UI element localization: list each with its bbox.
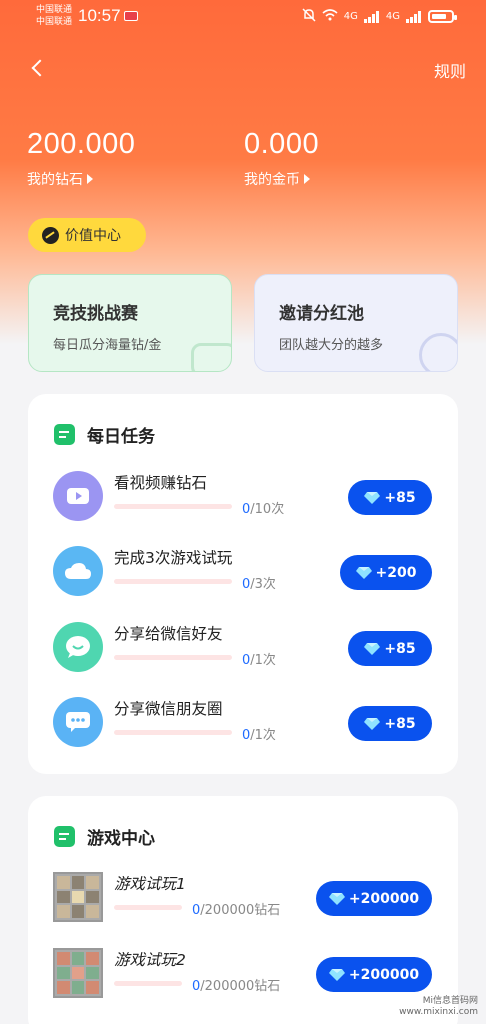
arrow-right-icon (304, 174, 310, 184)
my-coins-link[interactable]: 我的金币 (244, 169, 319, 189)
cloud-icon (53, 546, 103, 596)
invite-pool-title: 邀请分红池 (279, 304, 364, 324)
game-progress-text: 0/200000钻石 (192, 979, 281, 994)
status-icons: 4G 4G (302, 8, 457, 25)
task-reward-label: +85 (384, 715, 416, 732)
carrier-1: 中国联通 (36, 5, 73, 15)
chat-bubble-icon (53, 622, 103, 672)
game-progress-bar (114, 981, 182, 986)
diamond-icon (355, 566, 372, 579)
my-diamonds-link[interactable]: 我的钻石 (27, 169, 135, 189)
my-diamonds-label: 我的钻石 (27, 172, 83, 188)
status-bar: 中国联通 中国联通 10:57 4G 4G (0, 0, 486, 34)
task-reward-button[interactable]: +200 (340, 555, 432, 590)
site-watermark: Mi信息首码网 www.mixinxi.com (399, 996, 478, 1018)
task-name: 分享给微信好友 (114, 625, 223, 643)
wifi-icon (322, 9, 338, 24)
value-center-button[interactable]: 价值中心 (28, 218, 146, 252)
diamond-balance: 200.000 我的钻石 (27, 128, 135, 189)
diamond-icon (328, 968, 345, 981)
game-row: 游戏试玩1 0/200000钻石 +200000 (28, 872, 458, 932)
diamond-icon (364, 491, 381, 504)
mute-icon (302, 8, 316, 25)
daily-tasks-title: 每日任务 (87, 427, 155, 447)
task-reward-button[interactable]: +85 (348, 706, 432, 741)
game-reward-label: +200000 (348, 890, 420, 907)
signal-icon-2 (406, 10, 422, 23)
diamond-icon (364, 642, 381, 655)
game-name: 游戏试玩1 (114, 875, 186, 893)
trend-up-icon (42, 226, 59, 244)
task-reward-label: +85 (384, 489, 416, 506)
task-progress-bar (114, 655, 232, 660)
game-name: 游戏试玩2 (114, 951, 186, 969)
game-reward-button[interactable]: +200000 (316, 881, 432, 916)
task-row: 分享微信朋友圈 0/1次 +85 (28, 697, 458, 757)
coin-value: 0.000 (244, 128, 320, 160)
game-thumbnail[interactable] (53, 948, 103, 998)
diamond-icon (364, 717, 381, 730)
task-row: 分享给微信好友 0/1次 +85 (28, 622, 458, 682)
status-time: 10:57 (78, 6, 121, 25)
task-row: 看视频赚钻石 0/10次 +85 (28, 471, 458, 531)
message-notification-icon (124, 11, 138, 21)
daily-tasks-card: 每日任务 看视频赚钻石 0/10次 +85 完成3次游戏试玩 0/3次 +200… (28, 394, 458, 774)
gamepad-icon (191, 343, 231, 371)
battery-icon (428, 10, 457, 23)
coin-balance: 0.000 我的金币 (244, 128, 319, 189)
task-reward-label: +200 (375, 564, 417, 581)
game-reward-button[interactable]: +200000 (316, 957, 432, 992)
rules-link[interactable]: 规则 (434, 58, 466, 82)
task-progress-text: 0/3次 (242, 577, 276, 592)
game-progress-text: 0/200000钻石 (192, 903, 281, 918)
video-icon (53, 471, 103, 521)
signal-icon (363, 10, 380, 23)
carrier-2: 中国联通 (36, 17, 73, 27)
game-progress-bar (114, 905, 182, 910)
game-row: 游戏试玩2 0/200000钻石 +200000 (28, 948, 458, 1008)
task-name: 完成3次游戏试玩 (114, 549, 233, 567)
network-type-2: 4G (385, 11, 400, 22)
invite-pool-card[interactable]: 邀请分红池 团队越大分的越多 (254, 274, 458, 372)
daily-tasks-header: 每日任务 (54, 422, 155, 447)
task-progress-text: 0/1次 (242, 653, 276, 668)
task-row: 完成3次游戏试玩 0/3次 +200 (28, 546, 458, 606)
competition-title: 竞技挑战赛 (53, 304, 138, 324)
task-progress-bar (114, 730, 232, 735)
task-reward-button[interactable]: +85 (348, 631, 432, 666)
game-thumbnail[interactable] (53, 872, 103, 922)
list-icon (54, 424, 75, 445)
my-coins-label: 我的金币 (244, 172, 300, 188)
yen-coin-icon (419, 333, 457, 371)
task-name: 分享微信朋友圈 (114, 700, 223, 718)
competition-card[interactable]: 竞技挑战赛 每日瓜分海量钻/金 (28, 274, 232, 372)
diamond-icon (328, 892, 345, 905)
task-progress-text: 0/1次 (242, 728, 276, 743)
task-progress-bar (114, 504, 232, 509)
message-dots-icon (53, 697, 103, 747)
arrow-right-icon (87, 174, 93, 184)
game-center-header: 游戏中心 (54, 824, 155, 849)
carrier-info: 中国联通 中国联通 (36, 4, 72, 28)
game-center-title: 游戏中心 (87, 829, 155, 849)
list-icon (54, 826, 75, 847)
game-center-card: 游戏中心 游戏试玩1 0/200000钻石 +200000 游戏试玩2 0/20… (28, 796, 458, 1024)
task-reward-button[interactable]: +85 (348, 480, 432, 515)
task-progress-bar (114, 579, 232, 584)
task-name: 看视频赚钻石 (114, 474, 208, 492)
back-button[interactable] (26, 54, 50, 82)
network-type-1: 4G (343, 11, 358, 22)
watermark-line-1: Mi信息首码网 (422, 996, 478, 1006)
watermark-line-2: www.mixinxi.com (399, 1007, 478, 1017)
value-center-label: 价值中心 (65, 228, 121, 244)
diamond-value: 200.000 (27, 128, 136, 160)
task-reward-label: +85 (384, 640, 416, 657)
game-reward-label: +200000 (348, 966, 420, 983)
task-progress-text: 0/10次 (242, 502, 285, 517)
